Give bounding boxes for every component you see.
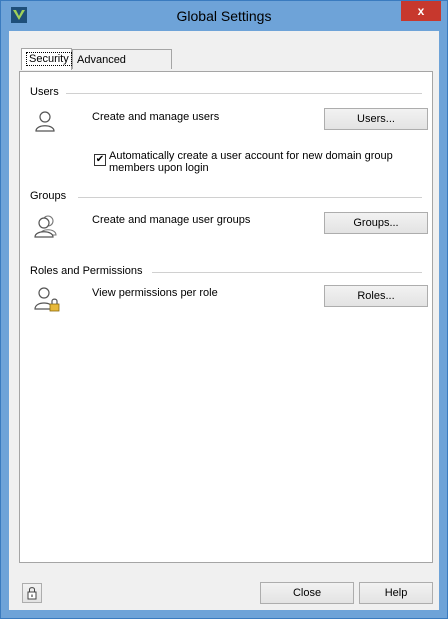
roles-description: View permissions per role xyxy=(92,287,218,299)
roles-heading: Roles and Permissions xyxy=(30,265,143,277)
groups-button[interactable]: Groups... xyxy=(324,212,428,234)
users-description: Create and manage users xyxy=(92,111,220,123)
groups-divider xyxy=(78,197,422,198)
padlock-icon xyxy=(27,587,37,600)
user-lock-icon xyxy=(34,287,60,312)
users-button[interactable]: Users... xyxy=(324,108,428,130)
title-bar[interactable]: Global Settings x xyxy=(1,1,447,31)
groups-heading: Groups xyxy=(30,190,67,202)
users-heading: Users xyxy=(30,86,59,98)
auto-create-user-label-line2: members upon login xyxy=(109,162,209,174)
auto-create-user-label-line1: Automatically create a user account for … xyxy=(109,150,393,162)
auto-create-user-checkbox[interactable]: ✔ xyxy=(94,154,106,166)
auto-create-user-label: Automatically create a user account for … xyxy=(109,150,393,174)
security-panel: Users Create and manage users Users... ✔… xyxy=(19,71,433,563)
roles-button[interactable]: Roles... xyxy=(324,285,428,307)
global-settings-window: Global Settings x Security Advanced Sett… xyxy=(0,0,448,619)
help-button[interactable]: Help xyxy=(359,582,433,604)
close-window-button[interactable]: x xyxy=(401,1,441,21)
users-divider xyxy=(66,93,422,94)
roles-divider xyxy=(152,272,422,273)
tab-advanced-settings[interactable]: Advanced Settings xyxy=(72,49,172,86)
user-icon xyxy=(35,111,55,132)
dialog-body: Security Advanced Settings Users Create … xyxy=(9,31,439,610)
tab-security-label: Security xyxy=(26,52,72,66)
close-button[interactable]: Close xyxy=(260,582,354,604)
user-group-icon xyxy=(34,215,57,238)
lock-button[interactable] xyxy=(22,583,42,603)
window-title: Global Settings xyxy=(176,8,272,24)
tab-security[interactable]: Security xyxy=(21,48,72,70)
groups-description: Create and manage user groups xyxy=(92,214,251,226)
